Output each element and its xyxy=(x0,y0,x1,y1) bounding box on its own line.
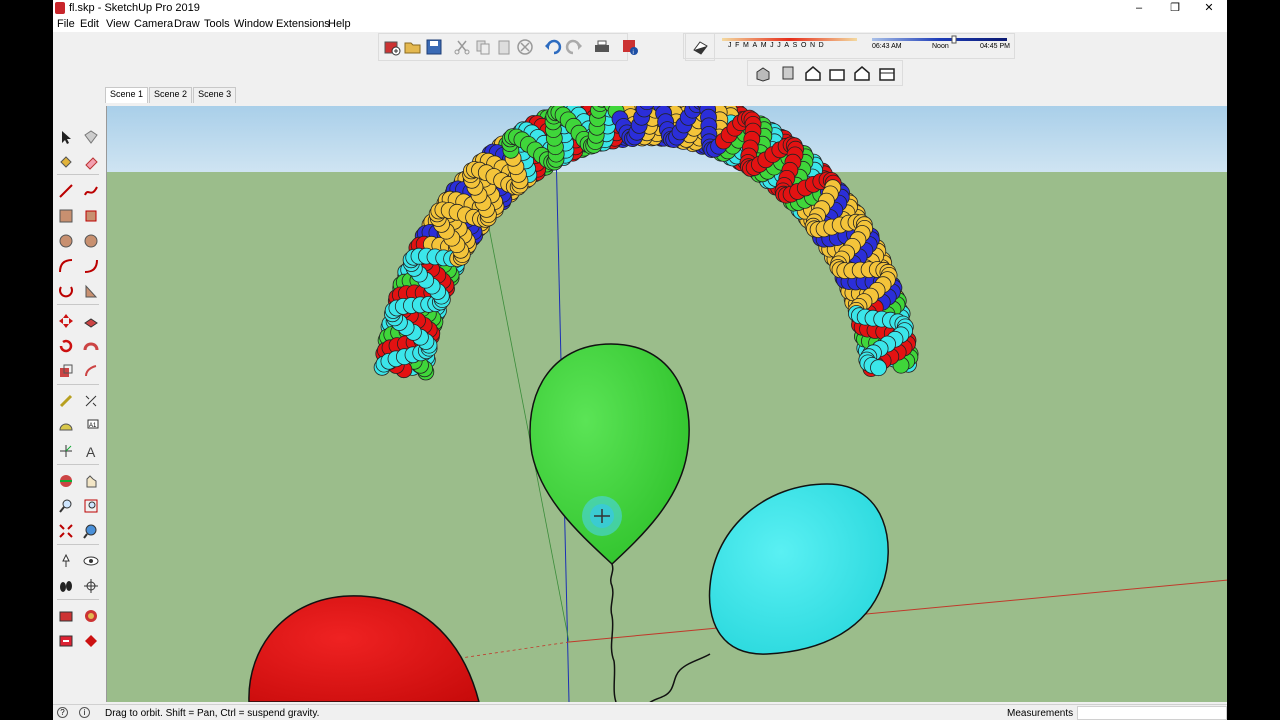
tab-scene-3[interactable]: Scene 3 xyxy=(193,87,237,103)
iso-view-icon[interactable] xyxy=(752,62,774,84)
erase-icon[interactable] xyxy=(516,36,534,58)
save-icon[interactable] xyxy=(425,36,443,58)
status-bar: ? i Drag to orbit. Shift = Pan, Ctrl = s… xyxy=(53,704,1227,720)
status-message: Drag to orbit. Shift = Pan, Ctrl = suspe… xyxy=(105,708,320,719)
large-tool-set: A1 A xyxy=(53,122,105,662)
walk-icon[interactable] xyxy=(55,575,76,596)
extension-manager-icon[interactable] xyxy=(80,630,101,651)
standard-toolbar: i xyxy=(378,33,638,61)
measurements-label: Measurements xyxy=(1007,708,1074,719)
svg-text:A1: A1 xyxy=(89,423,97,429)
minimize-button[interactable]: – xyxy=(1123,0,1155,16)
zoom-window-icon[interactable] xyxy=(80,495,101,516)
measurements-input[interactable] xyxy=(1077,706,1227,720)
menu-window[interactable]: Window xyxy=(234,18,273,30)
copy-icon[interactable] xyxy=(474,36,492,58)
position-camera-icon[interactable] xyxy=(55,550,76,571)
paint-bucket-icon[interactable] xyxy=(55,151,76,172)
restore-button[interactable]: ❐ xyxy=(1159,0,1191,16)
dimension-icon[interactable] xyxy=(80,390,101,411)
select-icon[interactable] xyxy=(55,126,76,147)
menu-file[interactable]: File xyxy=(57,18,75,30)
arc-icon[interactable] xyxy=(55,255,76,276)
month-labels: JFMAMJJASOND xyxy=(728,42,828,49)
geo-location-icon[interactable]: ? xyxy=(57,707,68,718)
sketchup-logo-icon xyxy=(55,2,65,14)
3d-text-icon[interactable]: A xyxy=(80,440,101,461)
garland-bead xyxy=(870,359,887,377)
previous-view-icon[interactable] xyxy=(80,520,101,541)
rectangle-icon[interactable] xyxy=(55,205,76,226)
right-view-icon[interactable] xyxy=(826,62,848,84)
shadow-time-noon: Noon xyxy=(932,43,949,50)
3d-warehouse-icon[interactable] xyxy=(55,605,76,626)
tape-measure-icon[interactable] xyxy=(55,390,76,411)
tab-scene-1[interactable]: Scene 1 xyxy=(105,87,149,103)
cut-icon[interactable] xyxy=(453,36,471,58)
scene-tabs: Scene 1 Scene 2 Scene 3 xyxy=(105,87,237,103)
look-around-icon[interactable] xyxy=(80,550,101,571)
tab-scene-2[interactable]: Scene 2 xyxy=(149,87,193,103)
open-icon[interactable] xyxy=(404,36,422,58)
menu-view[interactable]: View xyxy=(106,18,130,30)
info-icon[interactable]: i xyxy=(79,707,90,718)
circle-icon[interactable] xyxy=(55,230,76,251)
paste-icon[interactable] xyxy=(495,36,513,58)
section-plane-icon[interactable] xyxy=(80,575,101,596)
menu-edit[interactable]: Edit xyxy=(80,18,99,30)
offset-icon[interactable] xyxy=(80,360,101,381)
send-to-layout-icon[interactable] xyxy=(55,630,76,651)
close-button[interactable]: ✕ xyxy=(1193,0,1225,16)
views-toolbar xyxy=(747,60,903,86)
two-point-arc-icon[interactable] xyxy=(80,255,101,276)
drawing-viewport[interactable] xyxy=(106,106,1227,702)
undo-icon[interactable] xyxy=(544,36,562,58)
svg-text:A: A xyxy=(86,444,96,459)
extension-warehouse-icon[interactable] xyxy=(80,605,101,626)
shadow-time-start: 06:43 AM xyxy=(872,43,902,50)
pie-icon[interactable] xyxy=(80,280,101,301)
menu-bar: File Edit View Camera Draw Tools Window … xyxy=(53,16,1227,32)
pan-icon[interactable] xyxy=(80,470,101,491)
new-model-icon[interactable] xyxy=(383,36,401,58)
move-icon[interactable] xyxy=(55,310,76,331)
model-scene[interactable] xyxy=(107,106,1227,702)
sketchup-window: fl.skp - SketchUp Pro 2019 – ❐ ✕ File Ed… xyxy=(53,0,1227,720)
menu-draw[interactable]: Draw xyxy=(174,18,200,30)
eraser-icon[interactable] xyxy=(80,151,101,172)
zoom-icon[interactable] xyxy=(55,495,76,516)
three-point-arc-icon[interactable] xyxy=(55,280,76,301)
rotated-rectangle-icon[interactable] xyxy=(80,205,101,226)
freehand-icon[interactable] xyxy=(80,180,101,201)
menu-help[interactable]: Help xyxy=(328,18,351,30)
shadow-time-end: 04:45 PM xyxy=(980,43,1010,50)
left-view-icon[interactable] xyxy=(876,62,898,84)
menu-extensions[interactable]: Extensions xyxy=(276,18,330,30)
menu-tools[interactable]: Tools xyxy=(204,18,230,30)
line-icon[interactable] xyxy=(55,180,76,201)
follow-me-icon[interactable] xyxy=(80,335,101,356)
redo-icon[interactable] xyxy=(565,36,583,58)
text-icon[interactable]: A1 xyxy=(80,415,101,436)
top-view-icon[interactable] xyxy=(777,62,799,84)
shadow-settings-bar: JFMAMJJASOND 06:43 AM Noon 04:45 PM xyxy=(683,33,1015,59)
push-pull-icon[interactable] xyxy=(80,310,101,331)
scale-icon[interactable] xyxy=(55,360,76,381)
orbit-icon[interactable] xyxy=(55,470,76,491)
back-view-icon[interactable] xyxy=(851,62,873,84)
window-title: fl.skp - SketchUp Pro 2019 xyxy=(69,2,200,14)
toolbar-area: i xyxy=(53,32,1227,90)
axes-icon[interactable] xyxy=(55,440,76,461)
zoom-extents-icon[interactable] xyxy=(55,520,76,541)
print-icon[interactable] xyxy=(593,36,611,58)
front-view-icon[interactable] xyxy=(802,62,824,84)
protractor-icon[interactable] xyxy=(55,415,76,436)
model-info-icon[interactable]: i xyxy=(621,36,639,58)
svg-text:i: i xyxy=(633,50,634,56)
menu-camera[interactable]: Camera xyxy=(134,18,173,30)
title-bar: fl.skp - SketchUp Pro 2019 – ❐ ✕ xyxy=(53,0,1227,16)
make-component-icon[interactable] xyxy=(80,126,101,147)
polygon-icon[interactable] xyxy=(80,230,101,251)
rotate-icon[interactable] xyxy=(55,335,76,356)
